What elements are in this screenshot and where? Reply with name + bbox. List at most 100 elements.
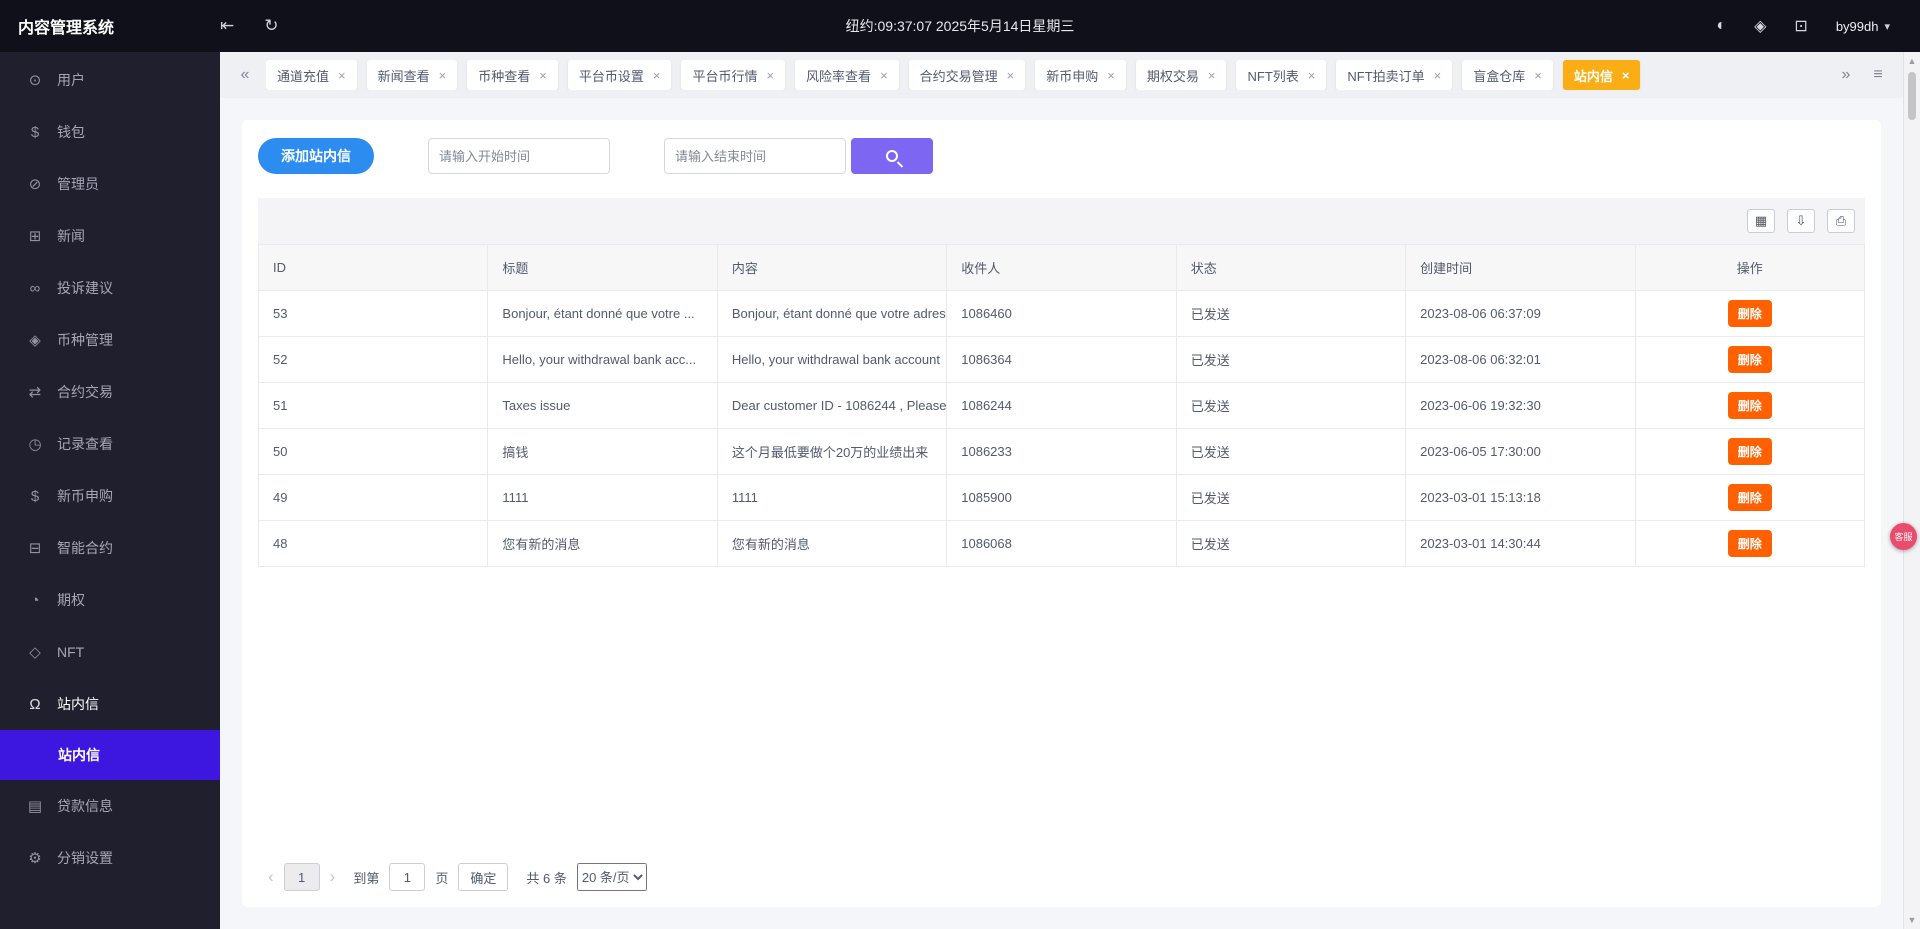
tab-平台币行情[interactable]: 平台币行情 ×: [681, 60, 785, 90]
cell-title: 1111: [488, 475, 717, 521]
sidebar-item-站内信[interactable]: Ω 站内信: [0, 678, 220, 730]
sidebar-item-label: 期权: [57, 590, 85, 610]
tab-NFT列表[interactable]: NFT列表 ×: [1236, 60, 1326, 90]
cell-recipient: 1086364: [947, 337, 1176, 383]
tab-close-icon[interactable]: ×: [1622, 68, 1630, 83]
sidebar-item-管理员[interactable]: ⊘ 管理员: [0, 158, 220, 210]
add-message-button[interactable]: 添加站内信: [258, 138, 374, 174]
search-button[interactable]: [851, 138, 933, 174]
confirm-button[interactable]: 确定: [458, 863, 508, 891]
total-count-label: 共 6 条: [526, 868, 566, 887]
tab-close-icon[interactable]: ×: [1107, 68, 1115, 83]
delete-button[interactable]: 删除: [1728, 484, 1772, 511]
tab-币种查看[interactable]: 币种查看 ×: [467, 60, 558, 90]
cell-content: Hello, your withdrawal bank account: [717, 337, 946, 383]
cell-id: 53: [259, 291, 488, 337]
page-size-select[interactable]: 20 条/页: [577, 863, 647, 891]
sidebar-subitem-站内信[interactable]: 站内信: [0, 730, 220, 780]
column-header-创建时间: 创建时间: [1406, 245, 1635, 291]
delete-button[interactable]: 删除: [1728, 438, 1772, 465]
delete-button[interactable]: 删除: [1728, 530, 1772, 557]
tab-风险率查看[interactable]: 风险率查看 ×: [795, 60, 899, 90]
sidebar-item-用户[interactable]: ⊙ 用户: [0, 54, 220, 106]
sidebar-item-新币申购[interactable]: $ 新币申购: [0, 470, 220, 522]
tab-close-icon[interactable]: ×: [1208, 68, 1216, 83]
cell-content: 1111: [717, 475, 946, 521]
scrollbar-thumb[interactable]: [1908, 72, 1916, 120]
delete-button[interactable]: 删除: [1728, 346, 1772, 373]
tab-close-icon[interactable]: ×: [766, 68, 774, 83]
tab-NFT拍卖订单[interactable]: NFT拍卖订单 ×: [1336, 60, 1452, 90]
collapse-sidebar-icon[interactable]: ⇤: [220, 16, 234, 36]
current-page-button[interactable]: 1: [284, 863, 320, 891]
tabs-menu-icon[interactable]: ≡: [1867, 66, 1889, 84]
tab-close-icon[interactable]: ×: [1007, 68, 1015, 83]
sidebar: ⊙ 用户 $ 钱包 ⊘ 管理员 ⊞ 新闻 ∞ 投诉建议 ◈ 币种管理 ⇄ 合约交…: [0, 52, 220, 929]
sidebar-item-NFT[interactable]: ◇ NFT: [0, 626, 220, 678]
tag-icon[interactable]: ◈: [1754, 16, 1766, 36]
sidebar-item-label: 记录查看: [57, 434, 113, 454]
sidebar-item-icon: ◷: [26, 435, 44, 453]
tab-close-icon[interactable]: ×: [338, 68, 346, 83]
tab-close-icon[interactable]: ×: [539, 68, 547, 83]
cell-title: Hello, your withdrawal bank acc...: [488, 337, 717, 383]
messages-table: ID标题内容收件人状态创建时间操作 53Bonjour, étant donné…: [258, 244, 1865, 567]
vertical-scrollbar[interactable]: ▲ ▼: [1903, 52, 1920, 929]
tabs-prev-icon[interactable]: «: [234, 66, 256, 84]
tabs-next-icon[interactable]: »: [1835, 66, 1857, 84]
tab-label: 平台币行情: [692, 66, 757, 85]
pagination: ‹ 1 › 到第 页 确定 共 6 条 20 条/页: [258, 853, 1865, 893]
sidebar-item-记录查看[interactable]: ◷ 记录查看: [0, 418, 220, 470]
sidebar-item-期权[interactable]: ◔ 期权: [0, 574, 220, 626]
tab-close-icon[interactable]: ×: [1434, 68, 1442, 83]
tab-通道充值[interactable]: 通道充值 ×: [266, 60, 357, 90]
sidebar-item-贷款信息[interactable]: ▤ 贷款信息: [0, 780, 220, 832]
tab-label: 新币申购: [1046, 66, 1098, 85]
floating-support-badge[interactable]: 客服: [1890, 523, 1917, 550]
tab-期权交易[interactable]: 期权交易 ×: [1136, 60, 1227, 90]
refresh-icon[interactable]: ↻: [264, 16, 278, 36]
tab-站内信[interactable]: 站内信 ×: [1563, 60, 1641, 90]
scroll-up-icon[interactable]: ▲: [1904, 56, 1920, 66]
theme-icon[interactable]: ◐: [1716, 17, 1726, 35]
tab-close-icon[interactable]: ×: [1308, 68, 1316, 83]
tab-新币申购[interactable]: 新币申购 ×: [1035, 60, 1126, 90]
export-icon[interactable]: ⇩: [1787, 209, 1815, 233]
scroll-down-icon[interactable]: ▼: [1904, 915, 1920, 925]
sidebar-item-投诉建议[interactable]: ∞ 投诉建议: [0, 262, 220, 314]
cell-recipient: 1086460: [947, 291, 1176, 337]
tab-close-icon[interactable]: ×: [653, 68, 661, 83]
sidebar-item-新闻[interactable]: ⊞ 新闻: [0, 210, 220, 262]
sidebar-item-icon: $: [26, 124, 44, 141]
user-menu[interactable]: by99dh ▾: [1836, 19, 1890, 34]
table-body: 53Bonjour, étant donné que votre ...Bonj…: [259, 291, 1865, 567]
sidebar-item-分销设置[interactable]: ⚙ 分销设置: [0, 832, 220, 884]
end-time-input[interactable]: [664, 138, 846, 174]
sidebar-item-label: 币种管理: [57, 330, 113, 350]
next-page-icon[interactable]: ›: [330, 867, 336, 887]
tab-平台币设置[interactable]: 平台币设置 ×: [568, 60, 672, 90]
start-time-input[interactable]: [428, 138, 610, 174]
sidebar-item-智能合约[interactable]: ⊟ 智能合约: [0, 522, 220, 574]
message-list-card: 添加站内信 ▦ ⇩ ⎙ ID标题内容收件人状态创建时间操作 53Bonjour,…: [242, 120, 1881, 907]
cell-status: 已发送: [1176, 429, 1405, 475]
prev-page-icon[interactable]: ‹: [268, 867, 274, 887]
sidebar-item-合约交易[interactable]: ⇄ 合约交易: [0, 366, 220, 418]
print-icon[interactable]: ⎙: [1827, 209, 1855, 233]
tab-合约交易管理[interactable]: 合约交易管理 ×: [909, 60, 1026, 90]
sidebar-item-label: 用户: [57, 70, 85, 90]
tab-盲盒仓库[interactable]: 盲盒仓库 ×: [1462, 60, 1553, 90]
sidebar-item-钱包[interactable]: $ 钱包: [0, 106, 220, 158]
tab-新闻查看[interactable]: 新闻查看 ×: [367, 60, 458, 90]
delete-button[interactable]: 删除: [1728, 300, 1772, 327]
fullscreen-icon[interactable]: ⊡: [1794, 16, 1807, 36]
goto-page-input[interactable]: [389, 863, 425, 891]
cell-content: 您有新的消息: [717, 521, 946, 567]
columns-icon[interactable]: ▦: [1747, 209, 1775, 233]
delete-button[interactable]: 删除: [1728, 392, 1772, 419]
tab-close-icon[interactable]: ×: [439, 68, 447, 83]
sidebar-item-币种管理[interactable]: ◈ 币种管理: [0, 314, 220, 366]
tab-close-icon[interactable]: ×: [1534, 68, 1542, 83]
tab-close-icon[interactable]: ×: [880, 68, 888, 83]
cell-created: 2023-03-01 15:13:18: [1406, 475, 1635, 521]
